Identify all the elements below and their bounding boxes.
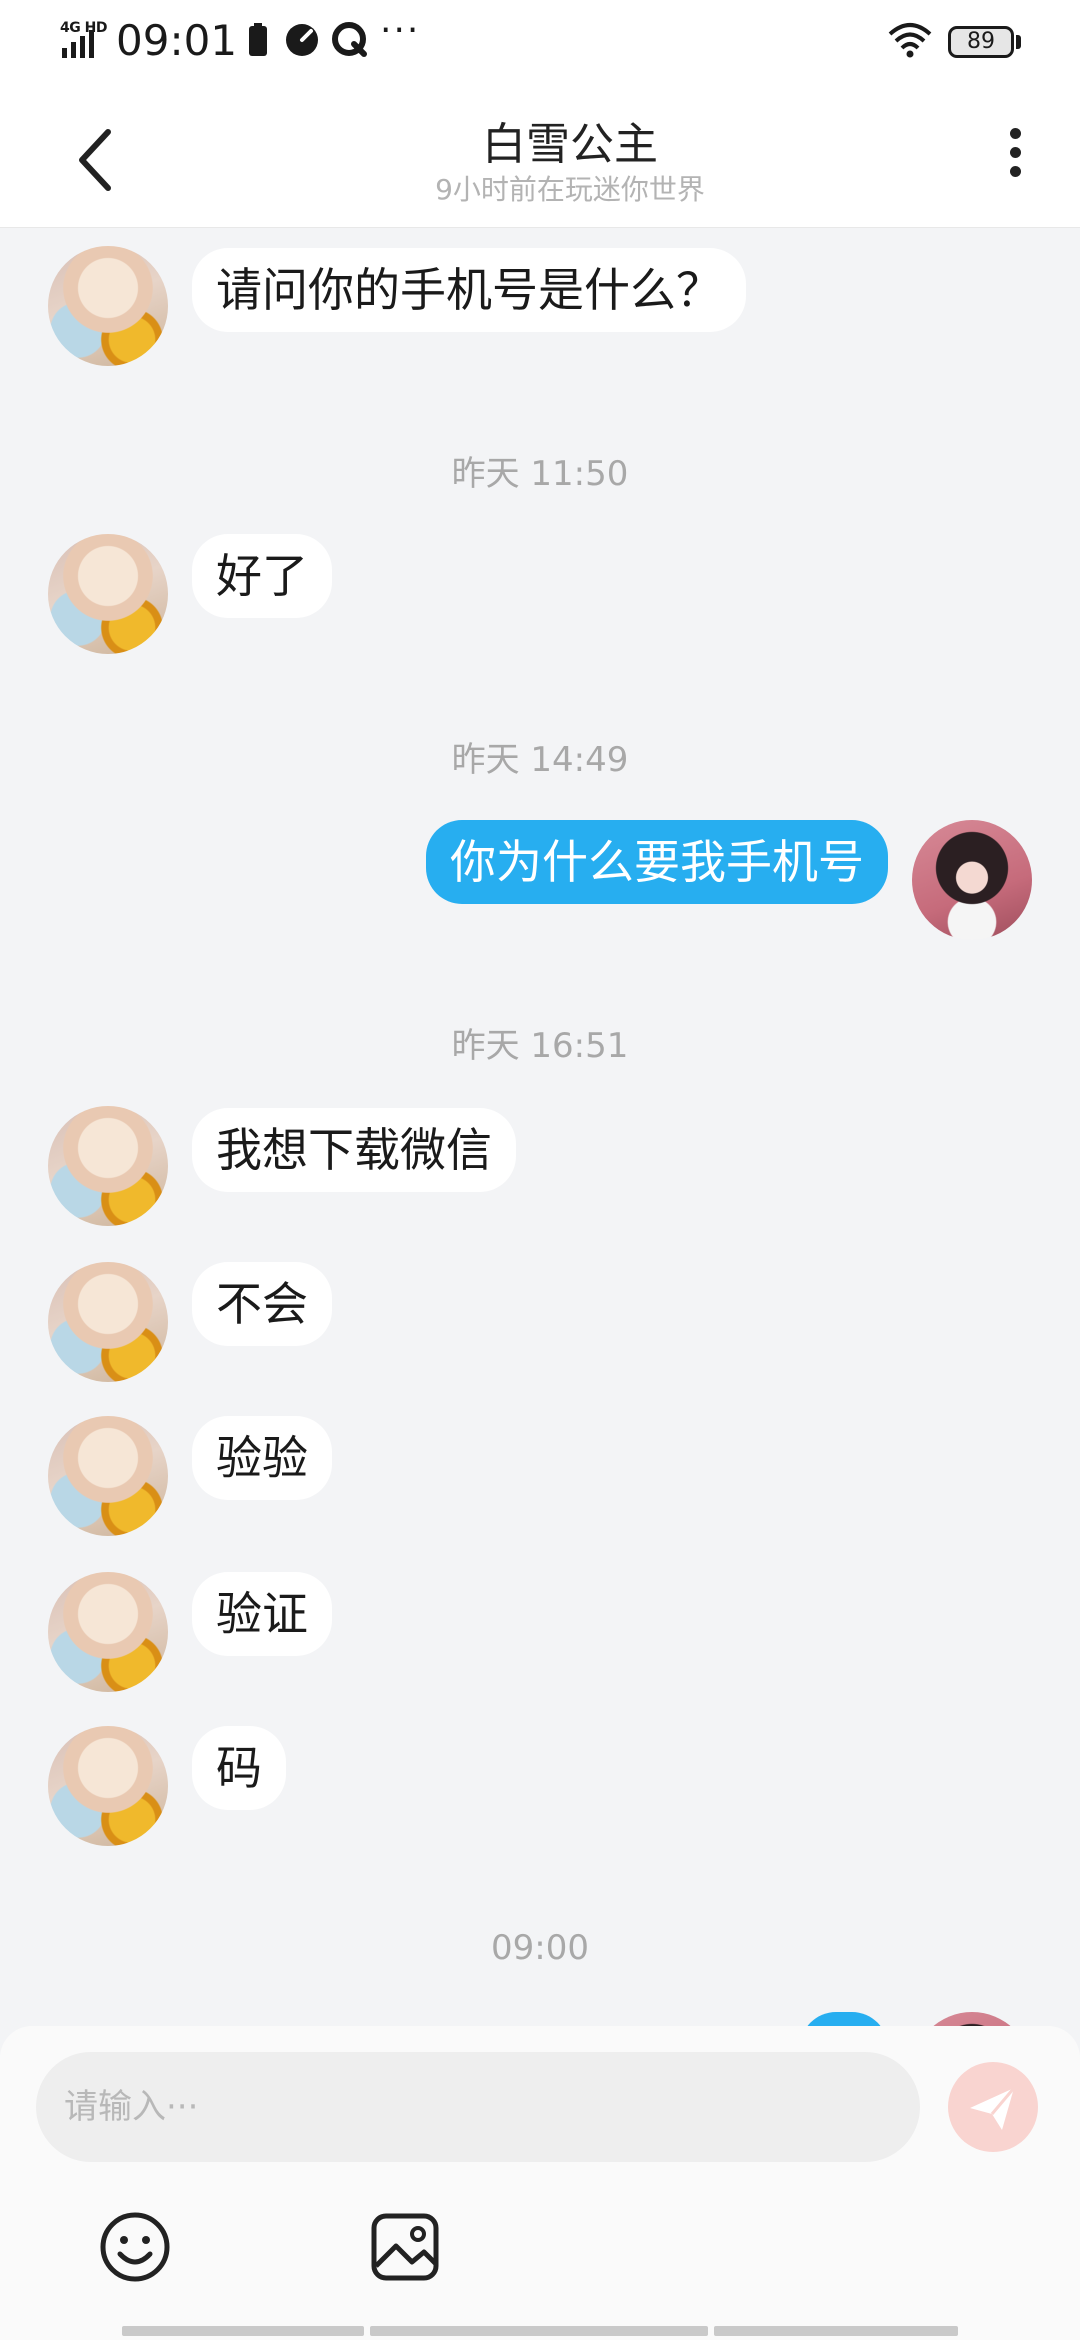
contact-avatar[interactable] [48, 1106, 168, 1226]
message-bubble-sent[interactable]: 你为什么要我手机号 [426, 820, 888, 904]
message-list[interactable]: 请问你的手机号是什么？ 昨天 11:50 好了 昨天 14:49 你为什么要我手… [0, 228, 1080, 2028]
contact-avatar[interactable] [48, 1416, 168, 1536]
message-timestamp: 09:00 [491, 1928, 589, 1968]
contact-avatar[interactable] [48, 1726, 168, 1846]
user-avatar[interactable] [912, 820, 1032, 940]
wifi-icon [888, 23, 932, 58]
chat-screen: 4G HD 09:01 ··· 89 白雪公主 9小时前在玩迷你世界 请问你的手… [0, 0, 1080, 2340]
speed-gauge-icon [286, 24, 318, 56]
contact-status: 9小时前在玩迷你世界 [435, 173, 705, 206]
image-button[interactable] [368, 2210, 442, 2284]
battery-saver-icon [249, 23, 267, 56]
contact-name: 白雪公主 [482, 119, 658, 170]
message-timestamp: 昨天 16:51 [451, 1026, 629, 1066]
send-button[interactable] [948, 2062, 1038, 2152]
emoji-button[interactable] [98, 2210, 172, 2284]
message-bubble-received[interactable]: 验验 [192, 1416, 332, 1500]
message-timestamp: 昨天 14:49 [451, 740, 629, 780]
battery-tip [1016, 35, 1021, 49]
app-notification-icon [332, 22, 367, 57]
message-bubble-received[interactable]: 好了 [192, 534, 332, 618]
message-bubble-received[interactable]: 码 [192, 1726, 286, 1810]
battery-indicator: 89 [948, 26, 1014, 58]
status-time: 09:01 [116, 16, 238, 65]
vertical-dots-icon [1009, 128, 1021, 139]
paper-plane-icon [970, 2087, 1016, 2130]
message-bubble-received[interactable]: 请问你的手机号是什么？ [192, 248, 746, 332]
signal-icon [62, 30, 94, 58]
composer [0, 2026, 1080, 2340]
message-bubble-received[interactable]: 我想下载微信 [192, 1108, 516, 1192]
home-indicator[interactable] [370, 2326, 708, 2336]
more-notifications-icon: ··· [380, 10, 421, 51]
contact-avatar[interactable] [48, 1262, 168, 1382]
message-bubble-received[interactable]: 验证 [192, 1572, 332, 1656]
status-bar: 4G HD 09:01 ··· 89 [0, 0, 1080, 84]
message-bubble-received[interactable]: 不会 [192, 1262, 332, 1346]
chat-header: 白雪公主 9小时前在玩迷你世界 [0, 84, 1080, 228]
message-timestamp: 昨天 11:50 [451, 454, 629, 494]
more-options-button[interactable] [990, 120, 1040, 200]
contact-avatar[interactable] [48, 1572, 168, 1692]
contact-avatar[interactable] [48, 246, 168, 366]
home-indicator-right [714, 2326, 958, 2336]
home-indicator-left [122, 2326, 364, 2336]
message-input[interactable] [36, 2052, 920, 2162]
contact-avatar[interactable] [48, 534, 168, 654]
